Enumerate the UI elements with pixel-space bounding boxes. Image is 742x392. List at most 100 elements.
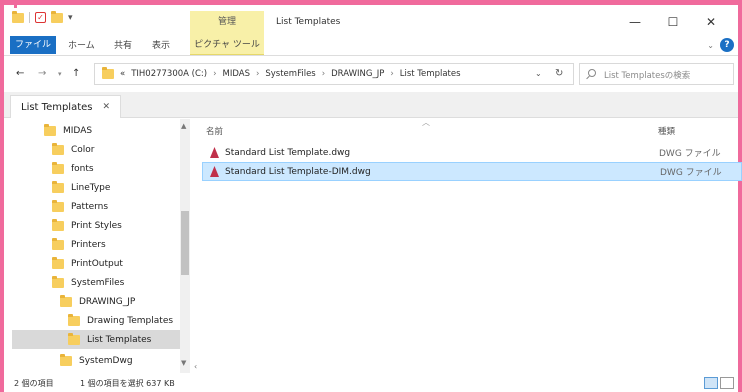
tree-item-label: SystemFiles xyxy=(71,277,125,288)
chevron-down-icon[interactable]: ⌄ xyxy=(707,41,714,50)
chevron-right-icon[interactable]: › xyxy=(213,69,216,79)
column-header-type[interactable]: 種類 xyxy=(658,125,675,137)
address-bar[interactable]: « TIH0277300A (C:) › MIDAS › SystemFiles… xyxy=(94,63,574,85)
navigation-bar: ← → ▾ ↑ « TIH0277300A (C:) › MIDAS › Sys… xyxy=(4,59,738,89)
tree-item-fonts[interactable]: fonts xyxy=(52,159,180,178)
tab-view[interactable]: 表示 xyxy=(152,38,170,51)
tree-item-print-styles[interactable]: Print Styles xyxy=(52,216,180,235)
help-icon[interactable]: ? xyxy=(720,38,734,52)
manage-tab[interactable]: 管理 xyxy=(190,11,264,35)
tree-item-label: SystemDwg xyxy=(79,355,133,366)
tree-item-label: Drawing Templates xyxy=(87,315,174,326)
status-bar: 2 個の項目 1 個の項目を選択 637 KB xyxy=(4,375,738,392)
file-type: DWG ファイル xyxy=(659,149,721,159)
chevron-down-icon[interactable]: ⌄ xyxy=(535,69,542,78)
forward-arrow-icon[interactable]: → xyxy=(38,68,46,79)
tree-item-printers[interactable]: Printers xyxy=(52,235,180,254)
breadcrumb-overflow[interactable]: « xyxy=(120,69,125,79)
folder-icon xyxy=(52,256,64,269)
folder-icon xyxy=(52,237,64,250)
minimize-button[interactable]: — xyxy=(616,15,654,29)
file-name: Standard List Template.dwg xyxy=(225,147,351,158)
folder-icon[interactable] xyxy=(12,10,24,23)
file-row[interactable]: Standard List Template.dwg DWG ファイル xyxy=(206,143,736,162)
tree-item-list-templates[interactable]: List Templates xyxy=(12,330,180,349)
tree-item-patterns[interactable]: Patterns xyxy=(52,197,180,216)
window-title: List Templates xyxy=(276,17,341,27)
ribbon-help-area: ⌄ ? xyxy=(707,38,734,52)
tab-picture-tools[interactable]: ピクチャ ツール xyxy=(190,35,264,55)
folder-icon xyxy=(68,332,80,345)
breadcrumb-systemfiles[interactable]: SystemFiles xyxy=(265,69,315,79)
tree-item-label: LineType xyxy=(71,182,111,193)
title-bar: ✓ ▾ 管理 List Templates — ☐ ✕ xyxy=(4,5,738,35)
chevron-up-icon[interactable]: ▲ xyxy=(181,122,186,130)
column-header-name[interactable]: 名前 xyxy=(206,125,223,137)
tab-home[interactable]: ホーム xyxy=(68,38,95,51)
chevron-right-icon[interactable]: › xyxy=(390,69,393,79)
tree-item-label: List Templates xyxy=(87,334,152,345)
tree-item-label: Print Styles xyxy=(71,220,122,231)
up-arrow-icon[interactable]: ↑ xyxy=(72,68,80,79)
new-folder-icon[interactable] xyxy=(51,10,63,23)
divider xyxy=(29,12,30,23)
breadcrumb-midas[interactable]: MIDAS xyxy=(223,69,250,79)
tab-list-templates[interactable]: List Templates ✕ xyxy=(10,95,122,118)
breadcrumb-list-templates[interactable]: List Templates xyxy=(400,69,461,79)
scrollbar-thumb[interactable] xyxy=(181,211,189,275)
maximize-button[interactable]: ☐ xyxy=(654,15,692,29)
tree-item-systemdwg[interactable]: SystemDwg xyxy=(60,351,180,370)
chevron-right-icon[interactable]: › xyxy=(256,69,259,79)
search-input[interactable]: List Templatesの検索 xyxy=(579,63,734,85)
back-arrow-icon[interactable]: ← xyxy=(16,68,24,79)
file-row[interactable]: Standard List Template-DIM.dwg DWG ファイル xyxy=(202,162,742,181)
refresh-icon[interactable]: ↻ xyxy=(555,68,563,79)
folder-icon xyxy=(60,353,72,366)
chevron-down-icon[interactable]: ▼ xyxy=(181,359,186,367)
tree-item-drawing-templates[interactable]: Drawing Templates xyxy=(68,311,180,330)
dwg-file-icon xyxy=(210,147,219,158)
tab-strip: List Templates ✕ xyxy=(4,92,738,118)
dwg-file-icon xyxy=(210,166,219,177)
item-count: 2 個の項目 xyxy=(14,379,54,388)
tree-item-label: Patterns xyxy=(71,201,109,212)
tree-item-label: Printers xyxy=(71,239,106,250)
tree-item-drawing-jp[interactable]: DRAWING_JP xyxy=(60,292,180,311)
tree-item-midas[interactable]: MIDAS xyxy=(44,121,180,140)
tree-item-color[interactable]: Color xyxy=(52,140,180,159)
search-icon xyxy=(588,69,596,77)
sort-ascending-icon: ︿ xyxy=(422,118,430,127)
tree-item-label: fonts xyxy=(71,163,94,174)
quick-access-toolbar: ✓ ▾ xyxy=(12,10,73,23)
folder-icon xyxy=(44,123,56,136)
details-view-icon[interactable] xyxy=(704,377,718,389)
breadcrumb: « TIH0277300A (C:) › MIDAS › SystemFiles… xyxy=(120,69,461,79)
tree-item-linetype[interactable]: LineType xyxy=(52,178,180,197)
chevron-right-icon[interactable]: › xyxy=(322,69,325,79)
properties-icon[interactable]: ✓ xyxy=(35,12,46,23)
chevron-left-icon[interactable]: ‹ xyxy=(194,362,197,371)
tree-item-label: DRAWING_JP xyxy=(79,296,136,307)
file-list[interactable]: 名前 ︿ 種類 Standard List Template.dwg DWG フ… xyxy=(192,118,742,373)
breadcrumb-drive[interactable]: TIH0277300A (C:) xyxy=(131,69,207,79)
tab-label: List Templates xyxy=(21,101,93,113)
tree-item-systemfiles[interactable]: SystemFiles xyxy=(52,273,180,292)
breadcrumb-drawing-jp[interactable]: DRAWING_JP xyxy=(331,69,384,79)
recent-locations-icon[interactable]: ▾ xyxy=(58,70,62,78)
tree-item-printoutput[interactable]: PrintOutput xyxy=(52,254,180,273)
folder-icon xyxy=(102,67,114,79)
close-icon[interactable]: ✕ xyxy=(103,102,111,112)
folder-icon xyxy=(52,275,64,288)
horizontal-scrollbar[interactable]: ‹ xyxy=(192,362,738,373)
tab-share[interactable]: 共有 xyxy=(114,38,132,51)
close-button[interactable]: ✕ xyxy=(692,15,730,29)
navigation-scrollbar[interactable]: ▲ ▼ xyxy=(180,119,190,373)
frame-tab xyxy=(14,0,17,8)
customize-toolbar-icon[interactable]: ▾ xyxy=(68,13,73,23)
tab-file[interactable]: ファイル xyxy=(10,36,56,54)
large-icons-view-icon[interactable] xyxy=(720,377,734,389)
tree-item-label: PrintOutput xyxy=(71,258,123,269)
navigation-pane[interactable]: MIDAS Color fonts LineType Patterns Prin… xyxy=(8,119,190,373)
ribbon-tabs: ファイル ホーム 共有 表示 ピクチャ ツール ⌄ ? xyxy=(4,35,738,56)
window-frame: ✓ ▾ 管理 List Templates — ☐ ✕ ファイル ホーム 共有 … xyxy=(0,0,742,392)
